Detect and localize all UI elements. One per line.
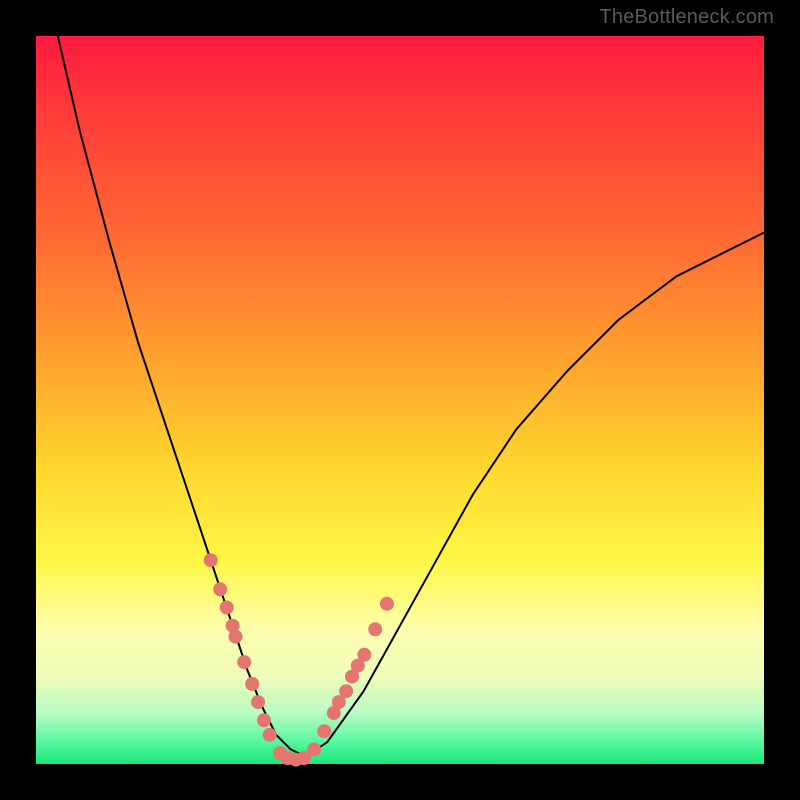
curve-svg xyxy=(36,36,764,764)
sample-dot xyxy=(237,655,251,669)
sample-dots-group xyxy=(204,553,394,766)
sample-dot xyxy=(251,695,265,709)
chart-frame: TheBottleneck.com xyxy=(0,0,800,800)
sample-dot xyxy=(339,684,353,698)
sample-dot xyxy=(245,677,259,691)
sample-dot xyxy=(220,601,234,615)
sample-dot xyxy=(368,622,382,636)
sample-dot xyxy=(263,728,277,742)
sample-dot xyxy=(357,648,371,662)
sample-dot xyxy=(307,742,321,756)
plot-area xyxy=(36,36,764,764)
attribution-label: TheBottleneck.com xyxy=(599,6,774,29)
sample-dot xyxy=(317,724,331,738)
bottleneck-curve xyxy=(58,36,764,757)
sample-dot xyxy=(213,582,227,596)
sample-dot xyxy=(257,713,271,727)
sample-dot xyxy=(229,630,243,644)
sample-dot xyxy=(204,553,218,567)
sample-dot xyxy=(380,597,394,611)
